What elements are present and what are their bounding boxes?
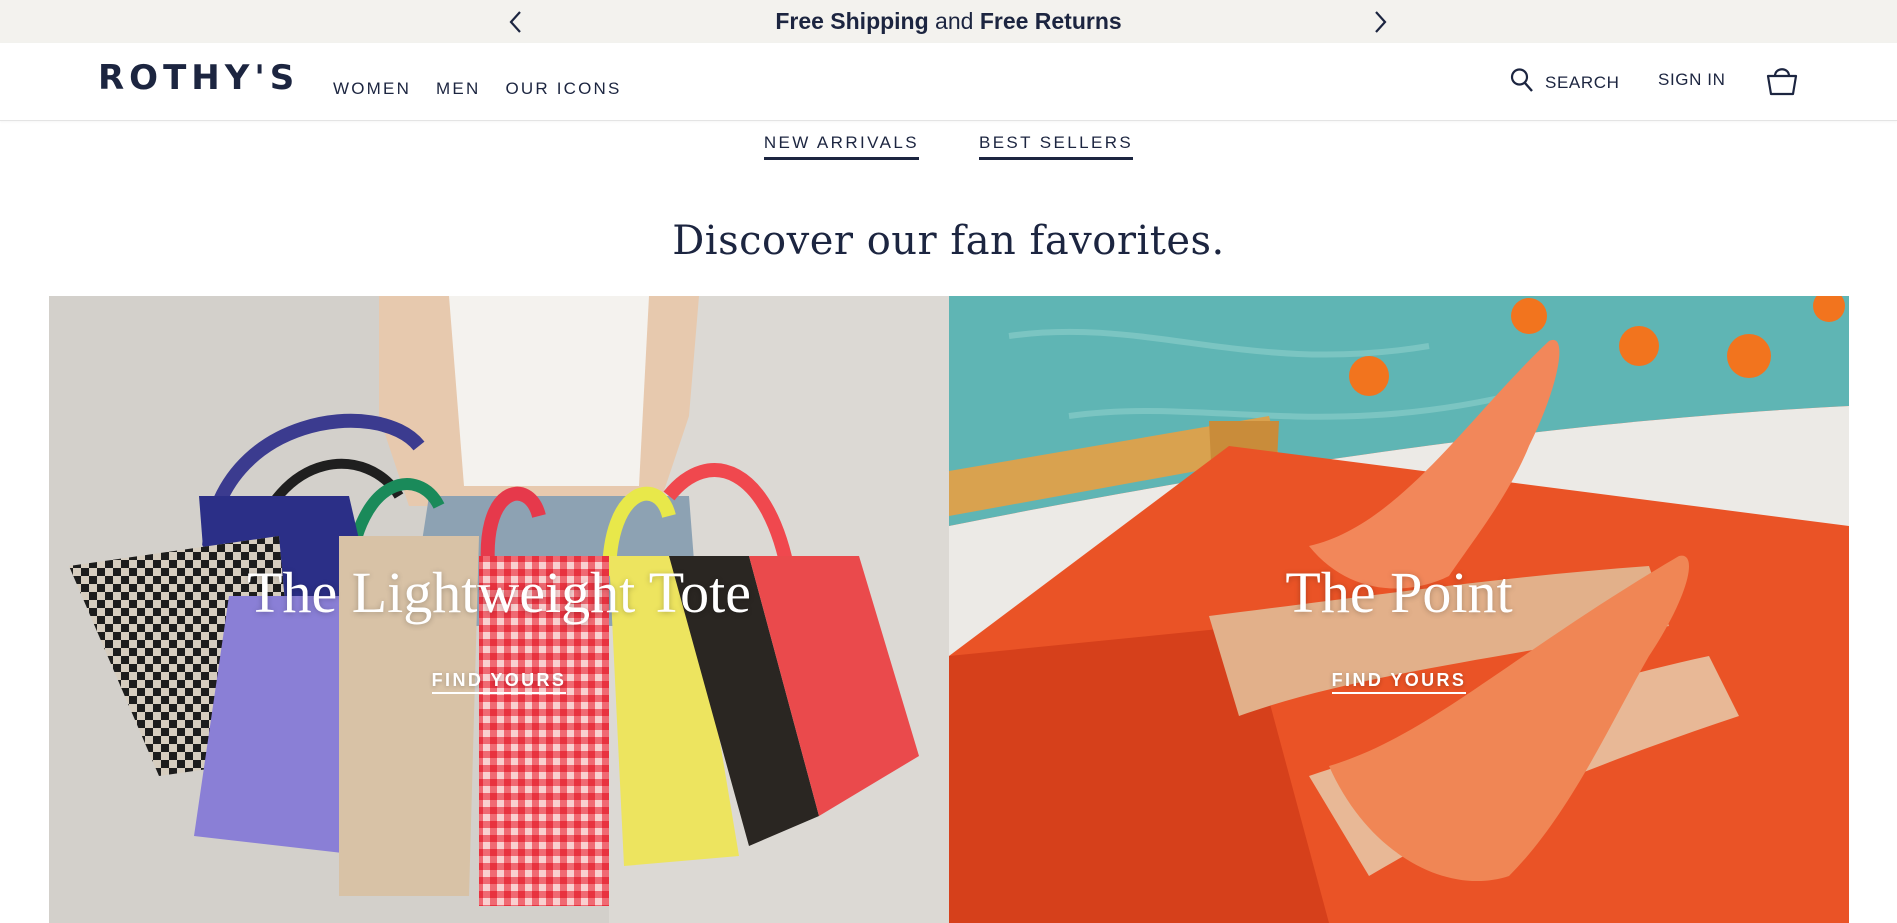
find-yours-tote-link[interactable]: FIND YOURS [431, 670, 567, 694]
tile-lightweight-tote[interactable]: The Lightweight Tote FIND YOURS [49, 296, 949, 923]
new-arrivals-link[interactable]: NEW ARRIVALS [763, 133, 919, 160]
announcement-message[interactable]: Free Shipping and Free Returns [0, 8, 1897, 35]
nav-our-icons[interactable]: OUR ICONS [505, 79, 621, 99]
chevron-right-icon[interactable] [1366, 8, 1394, 36]
sign-in-link[interactable]: SIGN IN [1658, 70, 1726, 90]
nav-women[interactable]: WOMEN [333, 79, 411, 99]
collection-links: NEW ARRIVALS BEST SELLERS [0, 133, 1897, 160]
cart-button[interactable] [1765, 63, 1799, 102]
brand-logo[interactable]: ROTHY'S [98, 58, 299, 98]
tile-the-point[interactable]: The Point FIND YOURS [949, 296, 1849, 923]
main-nav: WOMEN MEN OUR ICONS [333, 79, 622, 99]
site-header: ROTHY'S WOMEN MEN OUR ICONS SEARCH SIGN … [0, 43, 1897, 121]
shopping-basket-icon [1765, 63, 1799, 102]
announcement-bar: Free Shipping and Free Returns [0, 0, 1897, 43]
announcement-free-shipping: Free Shipping [775, 8, 929, 34]
nav-men[interactable]: MEN [436, 79, 480, 99]
search-icon [1510, 67, 1534, 98]
tile-title: The Point [1285, 560, 1513, 625]
search-label: SEARCH [1545, 72, 1620, 92]
find-yours-point-link[interactable]: FIND YOURS [1331, 670, 1467, 694]
best-sellers-link[interactable]: BEST SELLERS [978, 133, 1134, 160]
section-heading: Discover our fan favorites. [672, 218, 1225, 264]
tile-title: The Lightweight Tote [247, 560, 751, 625]
search-button[interactable]: SEARCH [1510, 67, 1619, 98]
announcement-free-returns: Free Returns [979, 8, 1122, 34]
announcement-and: and [928, 8, 980, 34]
